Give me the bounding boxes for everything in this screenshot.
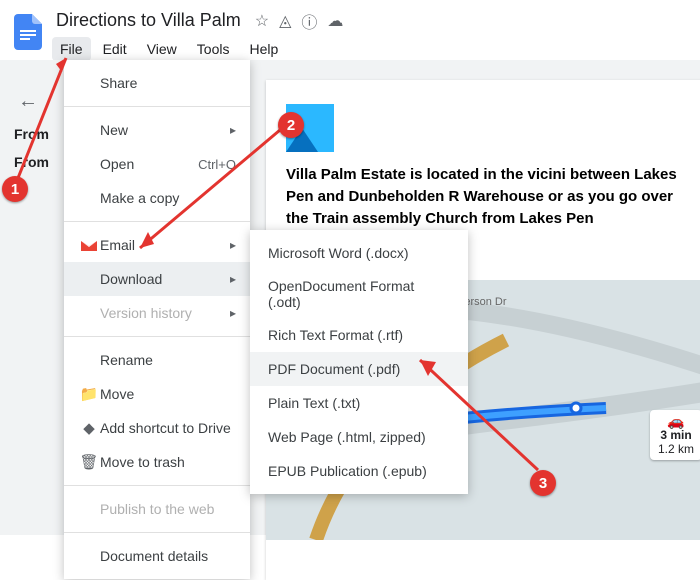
- chevron-right-icon: ▸: [230, 123, 236, 137]
- app-header: Directions to Villa Palm ☆ ◬ ⓘ ☁ File Ed…: [0, 0, 700, 61]
- menu-item-label: Add shortcut to Drive: [100, 420, 236, 436]
- menu-item-move[interactable]: 📁 Move: [64, 377, 250, 411]
- submenu-item-txt[interactable]: Plain Text (.txt): [250, 386, 468, 420]
- menu-item-label: Make a copy: [100, 190, 236, 206]
- map-travel-distance: 1.2 km: [658, 442, 694, 456]
- cloud-icon[interactable]: ☁: [327, 11, 343, 31]
- menu-item-label: Download: [100, 271, 230, 287]
- annotation-badge-2: 2: [278, 112, 304, 138]
- menu-edit[interactable]: Edit: [95, 37, 135, 61]
- menu-item-add-shortcut[interactable]: ◆ Add shortcut to Drive: [64, 411, 250, 445]
- submenu-item-html[interactable]: Web Page (.html, zipped): [250, 420, 468, 454]
- menu-separator: [64, 221, 250, 222]
- map-travel-badge: 🚗 3 min 1.2 km: [650, 410, 700, 460]
- menu-item-label: Rich Text Format (.rtf): [268, 327, 450, 343]
- menu-item-label: Web Page (.html, zipped): [268, 429, 450, 445]
- menu-file[interactable]: File: [52, 37, 91, 61]
- menu-item-label: Move: [100, 386, 236, 402]
- menu-item-version-history[interactable]: Version history ▸: [64, 296, 250, 330]
- menubar: File Edit View Tools Help: [52, 37, 343, 61]
- menu-item-share[interactable]: Share: [64, 66, 250, 100]
- menu-item-label: Share: [100, 75, 236, 91]
- menu-item-email[interactable]: Email ▸: [64, 228, 250, 262]
- submenu-item-rtf[interactable]: Rich Text Format (.rtf): [250, 318, 468, 352]
- document-title[interactable]: Directions to Villa Palm: [52, 8, 245, 33]
- menu-item-trash[interactable]: 🗑 Move to trash: [64, 445, 250, 479]
- car-icon: 🚗: [658, 414, 694, 428]
- menu-item-make-copy[interactable]: Make a copy: [64, 181, 250, 215]
- info-icon[interactable]: ⓘ: [301, 9, 317, 33]
- star-icon[interactable]: ☆: [255, 11, 269, 31]
- menu-item-shortcut: Ctrl+O: [198, 157, 236, 172]
- menu-item-label: EPUB Publication (.epub): [268, 463, 450, 479]
- chevron-right-icon: ▸: [230, 306, 236, 320]
- menu-separator: [64, 532, 250, 533]
- menu-separator: [64, 485, 250, 486]
- menu-item-label: PDF Document (.pdf): [268, 361, 450, 377]
- download-submenu: Microsoft Word (.docx) OpenDocument Form…: [250, 230, 468, 494]
- submenu-item-docx[interactable]: Microsoft Word (.docx): [250, 236, 468, 270]
- annotation-badge-3: 3: [530, 470, 556, 496]
- outline-item[interactable]: From: [14, 120, 49, 148]
- menu-separator: [64, 336, 250, 337]
- menu-item-label: New: [100, 122, 230, 138]
- outline-item[interactable]: From: [14, 148, 49, 176]
- menu-item-download[interactable]: Download ▸: [64, 262, 250, 296]
- submenu-item-pdf[interactable]: PDF Document (.pdf): [250, 352, 468, 386]
- trash-icon: 🗑: [78, 453, 100, 471]
- drive-icon: ◆: [78, 419, 100, 437]
- menu-help[interactable]: Help: [241, 37, 286, 61]
- file-menu-dropdown: Share New ▸ Open Ctrl+O Make a copy Emai…: [64, 60, 250, 579]
- submenu-item-odt[interactable]: OpenDocument Format (.odt): [250, 270, 468, 318]
- menu-tools[interactable]: Tools: [189, 37, 238, 61]
- menu-item-label: Microsoft Word (.docx): [268, 245, 450, 261]
- gmail-icon: [78, 239, 100, 251]
- chevron-right-icon: ▸: [230, 238, 236, 252]
- folder-move-icon: 📁: [78, 385, 100, 403]
- menu-item-rename[interactable]: Rename: [64, 343, 250, 377]
- menu-item-open[interactable]: Open Ctrl+O: [64, 147, 250, 181]
- menu-item-new[interactable]: New ▸: [64, 113, 250, 147]
- menu-item-label: Publish to the web: [100, 501, 236, 517]
- menu-view[interactable]: View: [139, 37, 185, 61]
- move-icon[interactable]: ◬: [279, 11, 291, 31]
- document-body-text: Villa Palm Estate is located in the vici…: [286, 164, 696, 230]
- menu-item-label: Rename: [100, 352, 236, 368]
- menu-item-label: Open: [100, 156, 198, 172]
- document-outline: From From: [14, 120, 49, 176]
- doc-info: Directions to Villa Palm ☆ ◬ ⓘ ☁ File Ed…: [52, 8, 343, 61]
- chevron-right-icon: ▸: [230, 272, 236, 286]
- menu-item-label: Document details: [100, 548, 236, 564]
- menu-item-label: Email: [100, 237, 230, 253]
- menu-separator: [64, 106, 250, 107]
- menu-item-label: OpenDocument Format (.odt): [268, 278, 450, 310]
- submenu-item-epub[interactable]: EPUB Publication (.epub): [250, 454, 468, 488]
- menu-item-label: Plain Text (.txt): [268, 395, 450, 411]
- map-travel-time: 3 min: [658, 428, 694, 442]
- menu-item-label: Version history: [100, 305, 230, 321]
- menu-item-doc-details[interactable]: Document details: [64, 539, 250, 573]
- outline-collapse-icon[interactable]: ←: [18, 90, 38, 113]
- docs-logo-icon[interactable]: [10, 8, 46, 56]
- menu-item-publish[interactable]: Publish to the web: [64, 492, 250, 526]
- menu-item-label: Move to trash: [100, 454, 236, 470]
- annotation-badge-1: 1: [2, 176, 28, 202]
